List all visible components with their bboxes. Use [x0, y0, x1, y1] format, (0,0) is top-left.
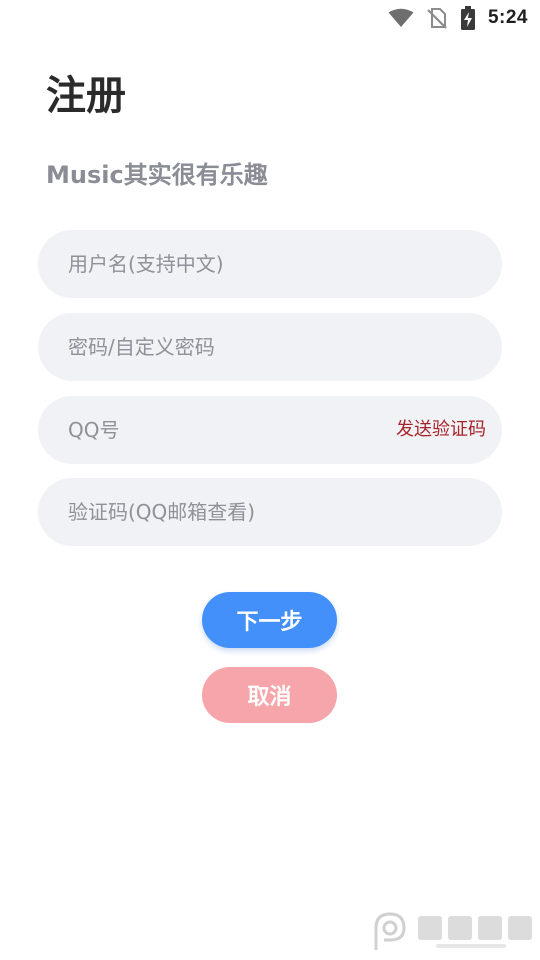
status-time: 5:24: [487, 7, 528, 28]
password-input[interactable]: [68, 313, 368, 381]
verification-code-input[interactable]: [68, 478, 368, 546]
qq-field-container: 发送验证码: [38, 396, 502, 464]
password-field-container: [38, 313, 502, 381]
battery-charging-icon: [460, 6, 475, 30]
status-icons: 5:24: [388, 6, 528, 30]
page-title: 注册: [46, 73, 126, 119]
cancel-button[interactable]: 取消: [202, 667, 337, 723]
username-field-container: [38, 230, 502, 298]
qq-number-input[interactable]: [68, 396, 368, 464]
status-bar: 5:24: [0, 0, 540, 36]
watermark-logo: [374, 912, 532, 950]
username-input[interactable]: [68, 230, 368, 298]
code-field-container: [38, 478, 502, 546]
page-subtitle: Music其实很有乐趣: [46, 161, 268, 189]
wifi-icon: [388, 8, 414, 27]
no-sim-icon: [427, 8, 447, 29]
send-code-button[interactable]: 发送验证码: [396, 396, 486, 464]
next-step-button[interactable]: 下一步: [202, 592, 337, 648]
